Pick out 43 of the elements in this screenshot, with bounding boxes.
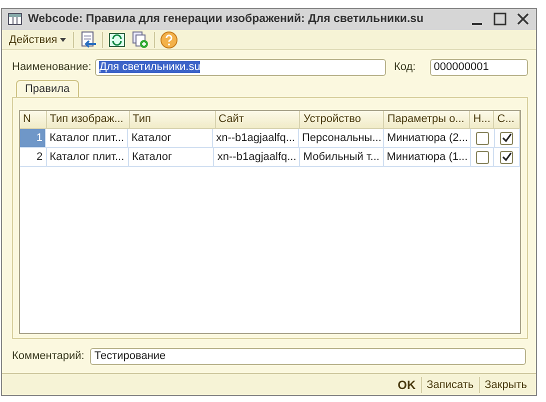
table-cell: Каталог плит... (46, 129, 128, 148)
table-cell: Каталог (128, 129, 214, 148)
table-cell: Миниатюра (1... (384, 148, 471, 166)
checkbox[interactable] (500, 150, 514, 164)
maximize-button[interactable] (493, 12, 507, 26)
table-cell: xn--b1agjaalfq... (213, 129, 299, 148)
dialog-button[interactable]: Записать (422, 378, 479, 391)
checkbox[interactable] (500, 132, 514, 145)
comment-field[interactable]: Тестирование (90, 348, 526, 365)
close-button[interactable] (516, 12, 530, 26)
rules-tab[interactable]: Правила (16, 80, 79, 98)
checkbox[interactable] (476, 132, 489, 145)
table-cell: Каталог (129, 148, 214, 166)
code-label: Код: (394, 61, 416, 74)
comment-label: Комментарий: (12, 350, 84, 362)
code-field[interactable]: 000000001 (430, 58, 528, 76)
actions-menu[interactable]: Действия (7, 34, 68, 46)
table-icon (8, 13, 22, 26)
table-cell: Миниатюра (2... (384, 129, 471, 148)
window-title: Webcode: Правила для генерации изображений: Для светильники.su (28, 13, 425, 26)
name-label: Наименование: (12, 61, 92, 74)
column-header[interactable]: Тип изображ... (46, 111, 130, 128)
row-number-cell[interactable]: 2 (20, 148, 47, 166)
help-icon[interactable] (160, 30, 178, 48)
dialog-button[interactable]: Закрыть (480, 378, 532, 391)
table-cell: Персональны... (299, 129, 384, 148)
table-cell: xn--b1agjaalfq... (214, 148, 300, 166)
copy-add-icon[interactable] (131, 30, 150, 48)
document-arrow-icon[interactable] (79, 30, 98, 48)
column-header[interactable]: Тип (130, 111, 216, 128)
checkbox[interactable] (476, 150, 489, 164)
refresh-icon[interactable] (108, 30, 126, 48)
table-cell: Каталог плит... (46, 148, 130, 166)
name-field[interactable]: Для светильники.su (95, 58, 386, 76)
column-header[interactable]: С... (494, 111, 520, 128)
caret-icon (60, 38, 66, 42)
table-cell: Мобильный т... (300, 148, 384, 166)
dialog-button[interactable]: OK (392, 378, 421, 392)
column-header[interactable]: Сайт (216, 111, 300, 128)
column-header[interactable]: Устройство (300, 111, 384, 128)
column-header[interactable]: Параметры о... (384, 111, 470, 128)
column-header[interactable]: Н... (470, 111, 494, 128)
column-header[interactable]: N (20, 111, 47, 128)
